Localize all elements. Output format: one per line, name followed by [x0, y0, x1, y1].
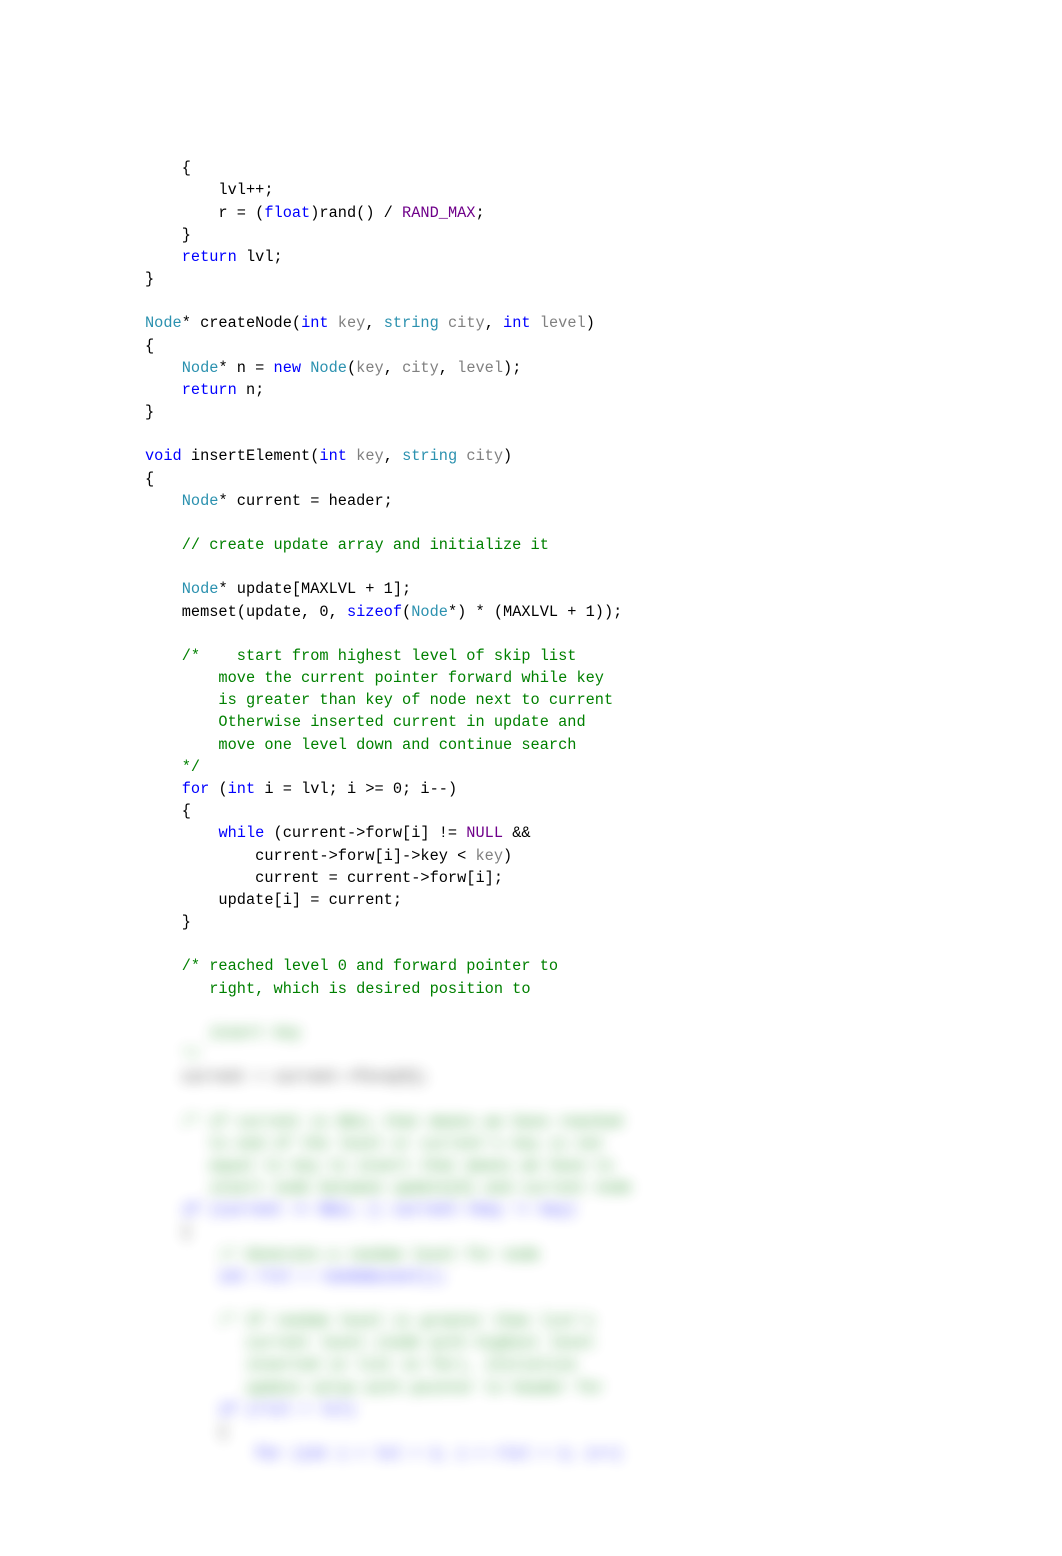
code-line: insert node between update[0] and curren… — [145, 1179, 632, 1197]
code-line: Node* current = header; — [145, 492, 393, 510]
code-line: equal to key to insert that means we hav… — [145, 1157, 613, 1175]
code-line: lvl++; — [145, 181, 274, 199]
code-line: } — [145, 403, 154, 421]
code-line: inserted in list so far), initialize — [145, 1356, 576, 1374]
code-line: for (int i = lvl; i >= 0; i--) — [145, 780, 457, 798]
code-line: move one level down and continue search — [145, 736, 576, 754]
code-line: is greater than key of node next to curr… — [145, 691, 613, 709]
code-line: update[i] = current; — [145, 891, 402, 909]
code-line: { — [145, 1223, 191, 1241]
code-line: int rlvl = randomLevel(); — [145, 1268, 448, 1286]
code-line: { — [145, 159, 191, 177]
code-line: /* if current is NULL that means we have… — [145, 1113, 622, 1131]
code-line: { — [145, 337, 154, 355]
code-line: current = current->forw[0]; — [145, 1068, 430, 1086]
code-line: { — [145, 1423, 228, 1441]
code-line: Node* createNode(int key, string city, i… — [145, 314, 595, 332]
code-line: while (current->forw[i] != NULL && — [145, 824, 531, 842]
code-line: if (current == NULL || current->key != k… — [145, 1201, 576, 1219]
code-line: */ — [145, 1046, 200, 1064]
code-line: /* start from highest level of skip list — [145, 647, 576, 665]
code-line: Otherwise inserted current in update and — [145, 713, 586, 731]
code-line: return lvl; — [145, 248, 283, 266]
code-line: } — [145, 913, 191, 931]
code-line: right, which is desired position to — [145, 980, 531, 998]
code-document: { lvl++; r = (float)rand() / RAND_MAX; }… — [0, 0, 1062, 1525]
code-line: // Generate a random level for node — [145, 1246, 540, 1264]
code-line: Node* n = new Node(key, city, level); — [145, 359, 521, 377]
code-line: { — [145, 470, 154, 488]
code-line: if (rlvl > lvl) — [145, 1401, 356, 1419]
code-line: current = current->forw[i]; — [145, 869, 503, 887]
code-line: return n; — [145, 381, 264, 399]
code-line: } — [145, 270, 154, 288]
code-line: /* reached level 0 and forward pointer t… — [145, 957, 558, 975]
code-line: move the current pointer forward while k… — [145, 669, 604, 687]
obscured-preview-region: insert key */ current = current->forw[0]… — [145, 1000, 932, 1466]
code-line: /* If random level is greater than list'… — [145, 1312, 595, 1330]
code-line: current level (node with highest level — [145, 1334, 595, 1352]
code-line: // create update array and initialize it — [145, 536, 549, 554]
code-line: */ — [145, 758, 200, 776]
code-line: for (int i = lvl + 1; i < rlvl + 1; i++) — [145, 1445, 622, 1463]
code-line: update value with pointer to header for — [145, 1379, 604, 1397]
code-line: Node* update[MAXLVL + 1]; — [145, 580, 411, 598]
code-line: } — [145, 226, 191, 244]
code-line: to end of the level or current's key is … — [145, 1135, 604, 1153]
code-line: { — [145, 802, 191, 820]
code-line: void insertElement(int key, string city) — [145, 447, 512, 465]
code-line: current->forw[i]->key < key) — [145, 847, 512, 865]
code-line: memset(update, 0, sizeof(Node*) * (MAXLV… — [145, 603, 622, 621]
code-line: insert key — [145, 1024, 301, 1042]
code-line: r = (float)rand() / RAND_MAX; — [145, 204, 485, 222]
